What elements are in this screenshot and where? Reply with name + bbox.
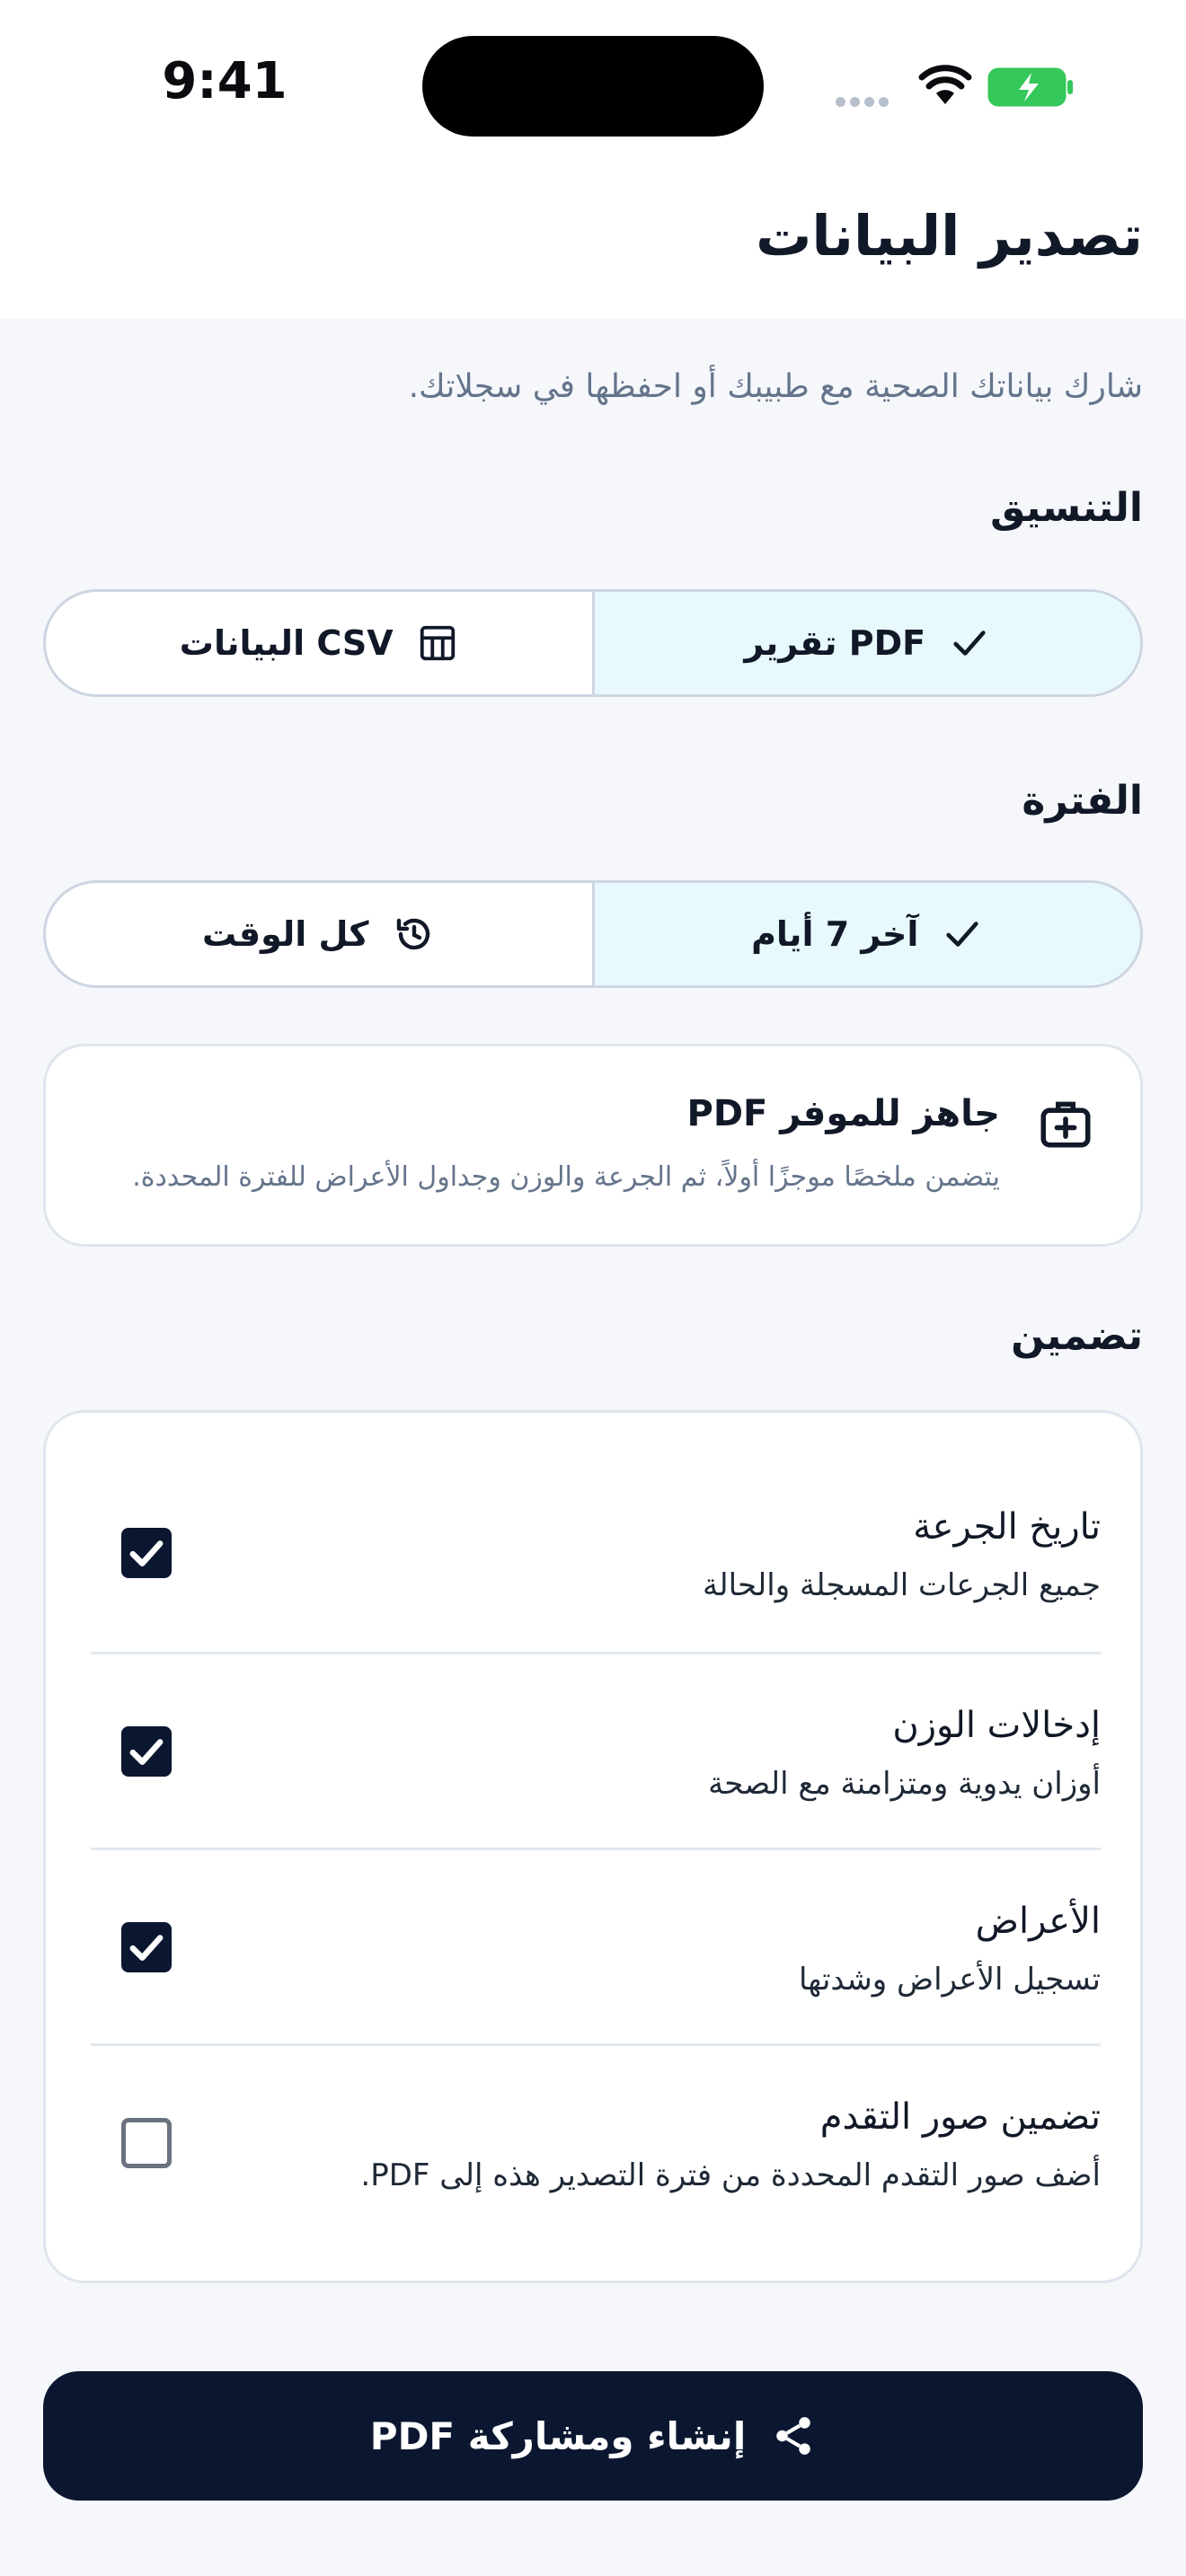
page-subtitle: شارك بياناتك الصحية مع طبيبك أو احفظها ف…	[408, 368, 1143, 405]
include-row-subtitle: أضف صور التقدم المحددة من فترة التصدير ه…	[360, 2157, 1101, 2193]
include-row-dose-history[interactable]: تاريخ الجرعة جميع الجرعات المسجلة والحال…	[91, 1456, 1101, 1652]
battery-charging-icon	[987, 67, 1073, 107]
check-icon	[953, 631, 986, 656]
format-option-csv-label: CSV البيانات	[179, 623, 394, 663]
checkmark-icon	[129, 1739, 164, 1765]
check-icon	[946, 922, 979, 947]
progress-photos-checkbox[interactable]	[121, 2118, 172, 2168]
include-row-title: إدخالات الوزن	[892, 1705, 1101, 1746]
header: تصدير البيانات	[0, 171, 1186, 319]
include-row-title: الأعراض	[975, 1901, 1101, 1942]
share-icon	[776, 2417, 810, 2455]
generate-share-pdf-label: إنشاء ومشاركة PDF	[369, 2413, 747, 2458]
format-option-pdf-label: PDF تقرير	[744, 623, 926, 663]
period-option-last-7-days-label: آخر 7 أيام	[751, 914, 919, 954]
include-row-weight-entries[interactable]: إدخالات الوزن أوزان يدوية ومتزامنة مع ال…	[91, 1652, 1101, 1848]
status-bar: 9:41	[0, 0, 1186, 171]
period-segmented-control: آخر 7 أيام كل الوقت	[43, 880, 1143, 988]
cellular-signal-icon	[836, 93, 893, 110]
format-label: التنسيق	[990, 485, 1143, 531]
include-row-subtitle: أوزان يدوية ومتزامنة مع الصحة	[708, 1766, 1101, 1802]
history-icon	[396, 918, 429, 950]
format-option-pdf[interactable]: PDF تقرير	[594, 592, 1140, 694]
page-title: تصدير البيانات	[756, 203, 1143, 269]
status-icons	[836, 65, 1078, 108]
checkmark-icon	[129, 1935, 164, 1961]
symptoms-checkbox[interactable]	[121, 1922, 172, 1972]
dose-history-checkbox[interactable]	[121, 1528, 172, 1578]
generate-share-pdf-button[interactable]: إنشاء ومشاركة PDF	[43, 2371, 1143, 2501]
period-option-all-time[interactable]: كل الوقت	[46, 883, 595, 985]
include-row-title: تاريخ الجرعة	[913, 1506, 1101, 1548]
include-row-title: تضمين صور التقدم	[819, 2096, 1101, 2138]
weight-entries-checkbox[interactable]	[121, 1726, 172, 1777]
provider-ready-description: يتضمن ملخصًا موجزًا أولاً، ثم الجرعة وال…	[132, 1161, 1000, 1193]
include-label: تضمين	[1011, 1313, 1143, 1359]
format-option-csv[interactable]: CSV البيانات	[46, 592, 595, 694]
status-time: 9:41	[162, 52, 288, 110]
dynamic-island	[422, 36, 764, 137]
include-row-symptoms[interactable]: الأعراض تسجيل الأعراض وشدتها	[91, 1848, 1101, 2043]
provider-ready-title: جاهز للموفر PDF	[686, 1093, 1000, 1134]
include-row-progress-photos[interactable]: تضمين صور التقدم أضف صور التقدم المحددة …	[91, 2043, 1101, 2239]
include-options-card: تاريخ الجرعة جميع الجرعات المسجلة والحال…	[43, 1410, 1143, 2283]
format-segmented-control: PDF تقرير CSV البيانات	[43, 589, 1143, 697]
checkmark-icon	[129, 1540, 164, 1566]
period-label: الفترة	[1022, 778, 1143, 824]
medical-kit-icon	[1040, 1101, 1091, 1148]
include-row-subtitle: تسجيل الأعراض وشدتها	[798, 1962, 1101, 1998]
provider-ready-card: جاهز للموفر PDF يتضمن ملخصًا موجزًا أولا…	[43, 1044, 1143, 1247]
period-option-last-7-days[interactable]: آخر 7 أيام	[594, 883, 1140, 985]
include-row-subtitle: جميع الجرعات المسجلة والحالة	[703, 1567, 1101, 1603]
wifi-icon	[918, 65, 972, 104]
period-option-all-time-label: كل الوقت	[202, 914, 369, 954]
table-icon	[420, 625, 455, 661]
